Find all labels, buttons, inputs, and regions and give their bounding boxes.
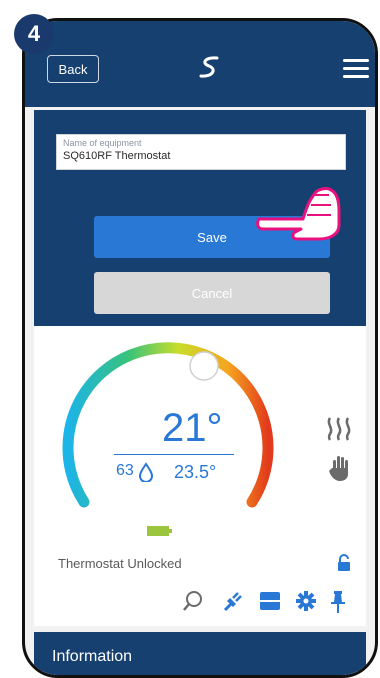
field-label: Name of equipment	[63, 138, 142, 148]
schedule-icon[interactable]	[259, 590, 281, 617]
information-section-header[interactable]: Information	[34, 632, 366, 675]
water-drop-icon	[138, 462, 154, 487]
settings-icon[interactable]	[295, 590, 317, 617]
thermostat-panel: 21° 63 23.5° Thermostat Unlocked	[34, 326, 366, 626]
top-bar: Back	[25, 21, 375, 107]
current-temperature: 23.5°	[174, 462, 217, 482]
heating-icon	[324, 416, 354, 447]
cancel-button[interactable]: Cancel	[94, 272, 330, 314]
equipment-name-field[interactable]: Name of equipment SQ610RF Thermostat	[56, 134, 346, 170]
humidity-value: 63	[116, 462, 134, 479]
lock-status-text: Thermostat Unlocked	[58, 556, 182, 571]
battery-icon	[147, 524, 173, 542]
search-icon[interactable]	[182, 590, 204, 617]
back-button[interactable]: Back	[47, 55, 99, 83]
plug-icon[interactable]	[222, 590, 244, 617]
brand-s-logo-icon	[195, 53, 223, 86]
field-value: SQ610RF Thermostat	[63, 150, 171, 162]
hamburger-menu-icon[interactable]	[343, 59, 369, 83]
lock-icon[interactable]	[337, 554, 351, 577]
manual-mode-icon	[328, 454, 352, 487]
phone-frame: Back Name of equipment SQ610RF Thermosta…	[22, 18, 378, 678]
step-badge: 4	[14, 14, 54, 54]
pointing-hand-icon	[255, 181, 347, 250]
set-temperature: 21°	[162, 406, 223, 450]
pin-icon[interactable]	[330, 590, 346, 619]
dial-divider	[114, 454, 234, 455]
